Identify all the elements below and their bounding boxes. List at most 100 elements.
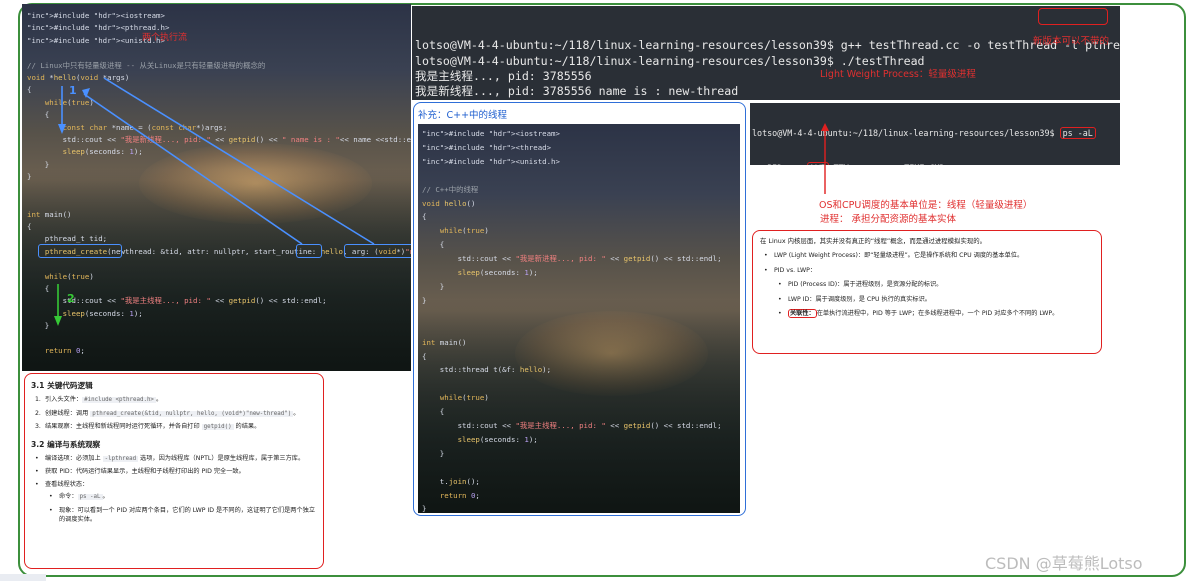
cpp-code-line: sleep(seconds: 1); [457, 268, 538, 278]
note-text: 现象：可以看到一个 PID 对应两个条目，它们的 LWP ID 是不同的，这证明… [59, 506, 316, 524]
note-code: #include <pthread.h> [82, 397, 156, 403]
lwp-definition: LWP (Light Weight Process)：即“轻量级进程”。它是操作… [764, 251, 1094, 261]
note-text: 结果观察：主线程和新线程同时运行死循环，并各自打印 [45, 423, 202, 430]
cpp-code-line: { [422, 407, 445, 417]
lwp-annotation: Light Weight Process：轻量级进程 [820, 69, 976, 80]
relation-item: 关联性：在单执行流进程中，PID 等于 LWP；在多线程进程中，一个 PID 对… [778, 309, 1078, 319]
cpp-code-area: "inc">#include "hdr"><iostream> "inc">#in… [418, 124, 740, 513]
relation-label: 关联性： [788, 309, 817, 318]
cpp-code-line: int main() [422, 337, 467, 347]
terminal-line: lotso@VM-4-4-ubuntu:~/118/linux-learning… [415, 53, 925, 68]
pid-vs-lwp: PID vs. LWP： [764, 266, 1094, 276]
ps-header-row: PID LWP TTY TIME CMD [752, 161, 1118, 165]
screenshot-canvas: "inc">#include "hdr"><iostream> "inc">#in… [0, 0, 1200, 581]
note-list-item: 引入头文件：#include <pthread.h>。 [35, 395, 317, 406]
note-text: 选项，因为线程库（NPTL）是原生线程库，属于第三方库。 [138, 454, 305, 462]
cpp-code-line: } [422, 295, 427, 305]
terminal-line: 我是主线程..., pid: 3785556 [415, 99, 1117, 100]
cpp-code-line: } [422, 504, 427, 513]
note-text: 。 [102, 493, 109, 500]
cpp-code-line [422, 461, 722, 475]
note-list-item: 获取 PID：代码运行结果显示，主线程和子线程打印出的 PID 完全一致。 [35, 467, 317, 477]
cpp-code-line: { [422, 240, 445, 250]
cpp-code-line: // C++中的线程 [422, 184, 479, 194]
cpp-code-line: while(true) [439, 226, 489, 236]
cpp-code-line: std::thread t(&f: hello); [422, 365, 552, 375]
terminal-compile-lines: lotso@VM-4-4-ubuntu:~/118/linux-learning… [415, 38, 1120, 100]
ps-output-table: PID LWP TTY TIME CMD3794981 3794981 pts/… [752, 161, 1118, 165]
csdn-watermark: CSDN @草莓熊Lotso [985, 554, 1143, 573]
cpp-code-line: while(true) [439, 393, 489, 403]
cpp-code-line: return 0; [439, 490, 480, 500]
section-3-1-title: 3.1 关键代码逻辑 [31, 381, 93, 390]
note-text: 引入头文件： [45, 396, 83, 403]
note-code: pthread_create(&tid, nullptr, hello, (vo… [90, 410, 294, 417]
terminal-line: lotso@VM-4-4-ubuntu:~/118/linux-learning… [415, 38, 1120, 53]
note-list-item: 结果观察：主线程和新线程同时运行死循环，并各自打印 getpid() 的结果。 [35, 422, 317, 433]
note-code: getpid() [201, 424, 234, 430]
section-3-1-list: 引入头文件：#include <pthread.h>。创建线程：调用 pthre… [31, 395, 317, 433]
cpp-code-line: "inc">#include "hdr"><thread> [422, 142, 552, 152]
lwp-id-definition: LWP ID：属于调度级别，是 CPU 执行的真实标识。 [778, 295, 1094, 305]
pid-definition: PID (Process ID)：属于进程级别，是资源分配的标识。 [778, 280, 1094, 290]
cpp-code-line [422, 169, 722, 183]
ps-cell: PID [752, 163, 782, 165]
cpp-code-line [422, 322, 722, 336]
notes-left-box: 3.1 关键代码逻辑 引入头文件：#include <pthread.h>。创建… [24, 373, 324, 569]
cpp-thread-panel: 补充：C++中的线程 "inc">#include "hdr"><iostrea… [413, 102, 746, 516]
note-list-item: 命令：ps -aL。 [49, 492, 317, 503]
note-text: 。 [293, 409, 300, 417]
cpp-code-line: "inc">#include "hdr"><unistd.h> [422, 156, 560, 166]
ps-command-line: lotso@VM-4-4-ubuntu:~/118/linux-learning… [752, 127, 1118, 140]
lpthread-highlight [1038, 8, 1108, 25]
relation-text: 在单执行流进程中，PID 等于 LWP；在多线程进程中，一个 PID 对应多个不… [816, 310, 1059, 317]
cpp-code-line: "inc">#include "hdr"><iostream> [422, 129, 560, 138]
note-list-item: 现象：可以看到一个 PID 对应两个条目，它们的 LWP ID 是不同的，这证明… [49, 506, 317, 525]
note-text: 查看线程状态： [45, 480, 89, 488]
cpp-code-line: { [422, 212, 427, 222]
cpp-code-line: sleep(seconds: 1); [457, 434, 538, 444]
note-text: 创建线程：调用 [45, 409, 91, 417]
ps-cmd-highlight: ps -aL [1059, 127, 1096, 140]
ps-cell: TIME [904, 163, 924, 165]
note-text: 获取 PID：代码运行结果显示，主线程和子线程打印出的 PID 完全一致。 [45, 468, 245, 475]
left-bottom-strip [0, 574, 46, 581]
note-list-item: 编译选项：必须加上 -lpthread 选项，因为线程库（NPTL）是原生线程库… [35, 454, 317, 465]
terminal-ps-al: lotso@VM-4-4-ubuntu:~/118/linux-learning… [750, 103, 1120, 165]
ps-prompt: lotso@VM-4-4-ubuntu:~/118/linux-learning… [752, 128, 1055, 139]
note-list-item: 查看线程状态： [35, 480, 317, 490]
section-3-2-list: 编译选项：必须加上 -lpthread 选项，因为线程库（NPTL）是原生线程库… [31, 454, 317, 525]
os-annotation-line2: 进程： 承担分配资源的基本实体 [820, 214, 957, 225]
cpp-code-line: } [422, 448, 445, 458]
os-annotation-line1: OS和CPU调度的基本单位是：线程（轻量级进程） [819, 200, 1033, 211]
ps-cell: CMD [930, 163, 945, 165]
terminal-line: 我是新线程..., pid: 3785556 name is : new-thr… [415, 84, 739, 99]
cpp-code-text: "inc">#include "hdr"><iostream> "inc">#in… [422, 127, 722, 513]
terminal-line: 我是主线程..., pid: 3785556 [415, 68, 592, 83]
cpp-code-line: void hello() [422, 198, 476, 208]
note-code: ps -aL [77, 494, 103, 500]
cpp-code-line: std::cout << "我是新进程..., pid: " << getpid… [422, 254, 722, 264]
terminal-compile-run: lotso@VM-4-4-ubuntu:~/118/linux-learning… [412, 6, 1120, 100]
note-text: 编译选项：必须加上 [45, 454, 103, 462]
left-code-panel: "inc">#include "hdr"><iostream> "inc">#in… [22, 4, 411, 371]
note-text: 的结果。 [233, 423, 261, 430]
ps-cell [849, 163, 904, 165]
cpp-code-line: } [422, 281, 445, 291]
note-text: 命令： [59, 493, 78, 500]
cpp-code-line: { [422, 351, 427, 361]
section-3-2-title: 3.2 编译与系统观察 [31, 439, 101, 449]
cpp-panel-title: 补充：C++中的线程 [418, 110, 508, 121]
kernel-intro: 在 Linux 内核层面，其实并没有真正的“线程”概念，而是通过进程模拟实现的。 [760, 237, 987, 245]
ps-cell [782, 163, 807, 165]
cpp-code-line: t.join(); [422, 476, 480, 486]
note-text: 。 [155, 396, 163, 403]
note-code: -lpthread [102, 455, 139, 462]
note-list-item: 创建线程：调用 pthread_create(&tid, nullptr, he… [35, 409, 317, 420]
lwp-arrow [821, 123, 829, 194]
cpp-code-line [422, 377, 722, 391]
new-version-note: 新版本可以不带的 [1033, 36, 1110, 47]
flow-arrows [54, 77, 375, 326]
cpp-code-line [422, 308, 722, 322]
notes-right-box: 在 Linux 内核层面，其实并没有真正的“线程”概念，而是通过进程模拟实现的。… [752, 230, 1102, 354]
